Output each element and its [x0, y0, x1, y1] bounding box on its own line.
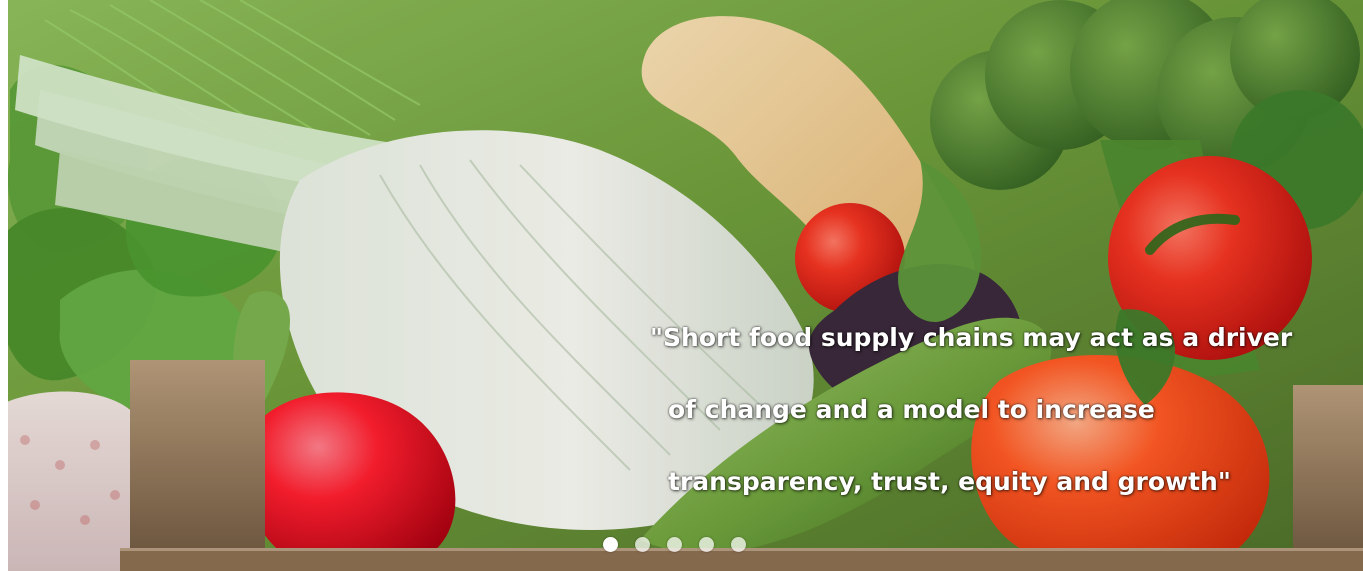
page-left-edge — [0, 0, 8, 571]
slider-pagination — [603, 536, 746, 552]
hero-slider: "Short food supply chains may act as a d… — [0, 0, 1363, 571]
caption-line-3: transparency, trust, equity and growth" — [668, 467, 1231, 496]
caption-line-2: of change and a model to increase — [668, 395, 1155, 424]
slider-dot-5[interactable] — [731, 536, 746, 552]
caption-line-1: "Short food supply chains may act as a d… — [650, 323, 1293, 352]
slider-dot-3[interactable] — [667, 536, 682, 552]
slider-dot-2[interactable] — [635, 536, 650, 552]
slider-dot-4[interactable] — [699, 536, 714, 552]
slider-caption: "Short food supply chains may act as a d… — [650, 284, 1350, 536]
slider-dot-1[interactable] — [603, 536, 618, 552]
